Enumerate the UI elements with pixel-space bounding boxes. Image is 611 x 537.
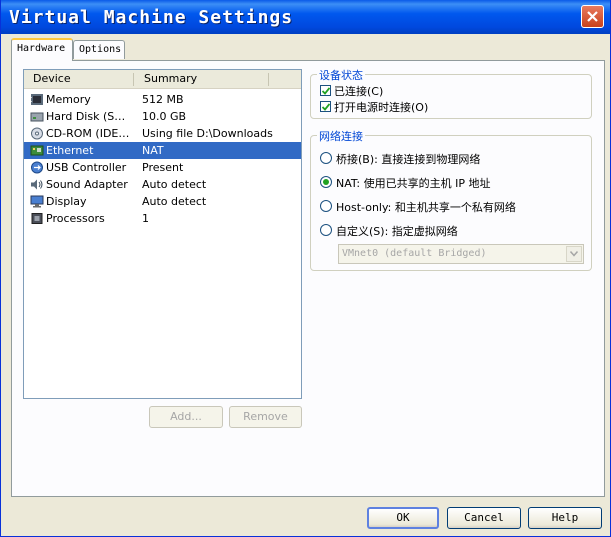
custom-network-select[interactable]: VMnet0 (default Bridged) (338, 244, 584, 264)
label-nat[interactable]: NAT: 使用已共享的主机 IP 地址 (336, 175, 490, 191)
device-list[interactable]: Device Summary Memory 512 MB Hard Disk (… (23, 69, 302, 399)
help-button[interactable]: Help (528, 507, 602, 529)
device-summary: 10.0 GB (142, 110, 187, 123)
label-bridged[interactable]: 桥接(B): 直接连接到物理网络 (336, 151, 480, 167)
close-icon (587, 11, 598, 22)
cancel-button[interactable]: Cancel (447, 507, 521, 529)
connect-at-power-on-checkbox[interactable] (320, 101, 331, 112)
check-icon (322, 87, 330, 95)
device-summary: 1 (142, 212, 149, 225)
dropdown-arrow[interactable] (566, 246, 582, 262)
ok-button[interactable]: OK (367, 507, 439, 529)
device-row-cd-rom[interactable]: CD-ROM (IDE 1:0) Using file D:\Downloads (24, 125, 301, 142)
device-list-header: Device Summary (24, 70, 301, 89)
usb-icon (31, 161, 43, 174)
radio-bridged[interactable] (320, 152, 332, 164)
display-icon (30, 195, 44, 208)
column-device[interactable]: Device (33, 72, 71, 85)
radio-host-only[interactable] (320, 200, 332, 212)
network-connection-group: 网络连接 桥接(B): 直接连接到物理网络 NAT: 使用已共享的主机 IP 地… (310, 128, 592, 271)
processor-icon (31, 213, 43, 224)
device-row-sound-adapter[interactable]: Sound Adapter Auto detect (24, 176, 301, 193)
close-button[interactable] (581, 5, 604, 28)
remove-device-button[interactable]: Remove (229, 406, 302, 428)
network-connection-title: 网络连接 (317, 128, 365, 144)
device-row-ethernet[interactable]: Ethernet NAT (24, 142, 301, 159)
hardware-tab-panel: Device Summary Memory 512 MB Hard Disk (… (11, 60, 605, 497)
add-device-button[interactable]: Add... (149, 406, 223, 428)
tab-options[interactable]: Options (73, 40, 125, 59)
chevron-down-icon (570, 251, 578, 257)
device-summary: NAT (142, 144, 164, 157)
hard-disk-icon (30, 112, 44, 122)
device-summary: Present (142, 161, 184, 174)
device-name: Hard Disk (SCSI 0:0) (46, 110, 132, 123)
device-summary: Using file D:\Downloads (142, 127, 273, 140)
device-row-memory[interactable]: Memory 512 MB (24, 91, 301, 108)
window-title: Virtual Machine Settings (9, 7, 294, 28)
device-name: Processors (46, 212, 105, 225)
device-name: Memory (46, 93, 91, 106)
device-name: Sound Adapter (46, 178, 128, 191)
connected-label[interactable]: 已连接(C) (334, 83, 383, 99)
cd-rom-icon (31, 127, 43, 140)
tab-hardware[interactable]: Hardware (11, 38, 73, 61)
memory-icon (31, 94, 43, 105)
label-host-only[interactable]: Host-only: 和主机共享一个私有网络 (336, 199, 516, 215)
device-summary: Auto detect (142, 195, 207, 208)
device-row-display[interactable]: Display Auto detect (24, 193, 301, 210)
column-summary[interactable]: Summary (144, 72, 197, 85)
radio-selected-dot (323, 179, 329, 185)
device-name: CD-ROM (IDE 1:0) (46, 127, 132, 140)
sound-icon (31, 179, 43, 190)
device-name: USB Controller (46, 161, 127, 174)
device-row-processors[interactable]: Processors 1 (24, 210, 301, 227)
settings-dialog: Virtual Machine Settings Hardware Option… (0, 0, 611, 537)
connected-checkbox[interactable] (320, 85, 331, 96)
device-name: Ethernet (46, 144, 94, 157)
title-bar[interactable]: Virtual Machine Settings (1, 0, 610, 34)
device-summary: Auto detect (142, 178, 207, 191)
device-row-hard-disk[interactable]: Hard Disk (SCSI 0:0) 10.0 GB (24, 108, 301, 125)
device-row-usb-controller[interactable]: USB Controller Present (24, 159, 301, 176)
device-summary: 512 MB (142, 93, 184, 106)
device-status-group: 设备状态 已连接(C) 打开电源时连接(O) (310, 67, 592, 119)
custom-network-value: VMnet0 (default Bridged) (342, 248, 487, 259)
radio-nat[interactable] (320, 176, 332, 188)
device-status-title: 设备状态 (317, 67, 365, 83)
check-icon (322, 103, 330, 111)
radio-custom[interactable] (320, 224, 332, 236)
network-adapter-icon (30, 145, 44, 156)
connect-at-power-on-label[interactable]: 打开电源时连接(O) (334, 99, 428, 115)
label-custom[interactable]: 自定义(S): 指定虚拟网络 (336, 223, 458, 239)
device-name: Display (46, 195, 87, 208)
